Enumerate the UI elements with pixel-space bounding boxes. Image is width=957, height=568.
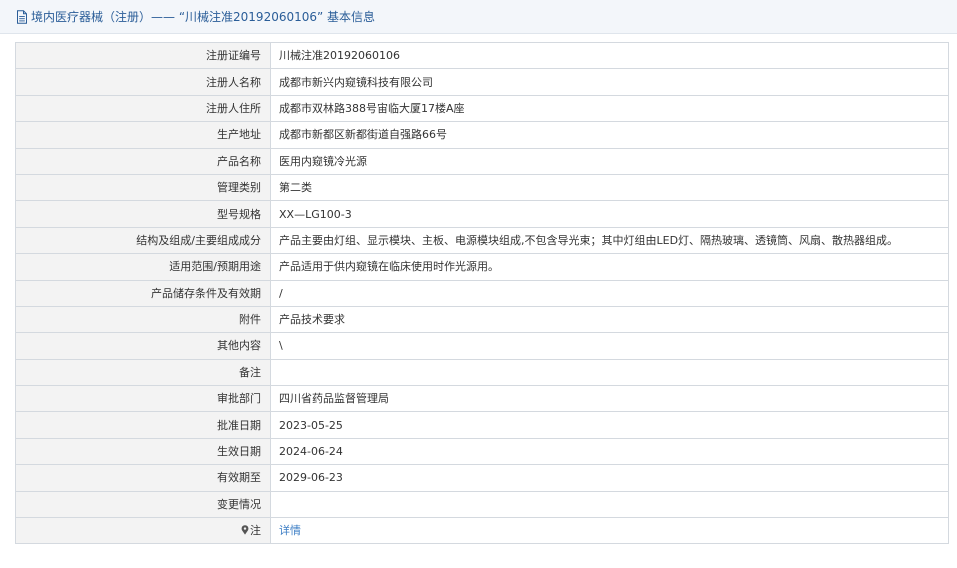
table-row: 型号规格 XX—LG100-3 xyxy=(15,200,949,228)
table-row: 生产地址 成都市新都区新都街道自强路66号 xyxy=(15,121,949,149)
pin-icon xyxy=(241,525,249,535)
row-label: 生产地址 xyxy=(15,121,271,149)
row-label: 型号规格 xyxy=(15,200,271,228)
table-row: 有效期至 2029-06-23 xyxy=(15,464,949,492)
row-value: 产品技术要求 xyxy=(270,305,949,334)
row-label: 注册证编号 xyxy=(15,41,271,70)
row-value: 2023-05-25 xyxy=(270,411,949,439)
row-label: 附件 xyxy=(15,305,271,334)
note-row: 注 详情 xyxy=(15,517,949,545)
row-value: 产品主要由灯组、显示模块、主板、电源模块组成,不包含导光束；其中灯组由LED灯、… xyxy=(270,226,949,255)
row-label: 管理类别 xyxy=(15,173,271,202)
table-row: 注册人名称 成都市新兴内窥镜科技有限公司 xyxy=(15,68,949,96)
row-value: \ xyxy=(270,332,949,360)
row-value: XX—LG100-3 xyxy=(270,200,949,228)
row-label: 结构及组成/主要组成成分 xyxy=(15,226,271,255)
row-label: 批准日期 xyxy=(15,411,271,439)
note-value-cell: 详情 xyxy=(270,517,949,545)
table-row: 附件 产品技术要求 xyxy=(15,305,949,334)
row-value: 成都市新兴内窥镜科技有限公司 xyxy=(270,68,949,96)
row-label: 生效日期 xyxy=(15,437,271,466)
details-link[interactable]: 详情 xyxy=(279,524,301,537)
table-row: 备注 xyxy=(15,358,949,387)
table-row: 注册人住所 成都市双林路388号宙临大厦17楼A座 xyxy=(15,94,949,123)
row-label: 适用范围/预期用途 xyxy=(15,253,271,281)
row-value: 医用内窥镜冷光源 xyxy=(270,147,949,175)
table-row: 变更情况 xyxy=(15,490,949,519)
table-row: 结构及组成/主要组成成分 产品主要由灯组、显示模块、主板、电源模块组成,不包含导光… xyxy=(15,226,949,255)
row-label: 变更情况 xyxy=(15,490,271,519)
document-icon xyxy=(16,9,28,24)
row-value: 成都市新都区新都街道自强路66号 xyxy=(270,121,949,149)
row-value: / xyxy=(270,279,949,307)
row-value: 第二类 xyxy=(270,173,949,202)
row-value: 产品适用于供内窥镜在临床使用时作光源用。 xyxy=(270,253,949,281)
page-title: 境内医疗器械（注册）—— “川械注准20192060106” 基本信息 xyxy=(31,10,376,24)
table-row: 生效日期 2024-06-24 xyxy=(15,437,949,466)
note-label: 注 xyxy=(250,524,261,538)
row-label: 注册人住所 xyxy=(15,94,271,123)
table-row: 管理类别 第二类 xyxy=(15,173,949,202)
basic-info-table: 注册证编号 川械注准20192060106 注册人名称 成都市新兴内窥镜科技有限公司… xyxy=(15,41,949,545)
page-header: 境内医疗器械（注册）—— “川械注准20192060106” 基本信息 xyxy=(0,0,957,34)
table-row: 产品储存条件及有效期 / xyxy=(15,279,949,307)
row-label: 其他内容 xyxy=(15,332,271,360)
row-label: 注册人名称 xyxy=(15,68,271,96)
row-value xyxy=(270,358,949,387)
row-label: 产品储存条件及有效期 xyxy=(15,279,271,307)
row-value: 2029-06-23 xyxy=(270,464,949,492)
row-value: 2024-06-24 xyxy=(270,437,949,466)
table-row: 审批部门 四川省药品监督管理局 xyxy=(15,385,949,413)
table-row: 适用范围/预期用途 产品适用于供内窥镜在临床使用时作光源用。 xyxy=(15,253,949,281)
row-value: 成都市双林路388号宙临大厦17楼A座 xyxy=(270,94,949,123)
table-row: 注册证编号 川械注准20192060106 xyxy=(15,41,949,70)
table-row: 批准日期 2023-05-25 xyxy=(15,411,949,439)
row-label: 审批部门 xyxy=(15,385,271,413)
table-row: 产品名称 医用内窥镜冷光源 xyxy=(15,147,949,175)
row-value xyxy=(270,490,949,519)
row-value: 川械注准20192060106 xyxy=(270,41,949,70)
note-label-cell: 注 xyxy=(15,517,271,545)
row-value: 四川省药品监督管理局 xyxy=(270,385,949,413)
row-label: 产品名称 xyxy=(15,147,271,175)
row-label: 备注 xyxy=(15,358,271,387)
row-label: 有效期至 xyxy=(15,464,271,492)
table-row: 其他内容 \ xyxy=(15,332,949,360)
